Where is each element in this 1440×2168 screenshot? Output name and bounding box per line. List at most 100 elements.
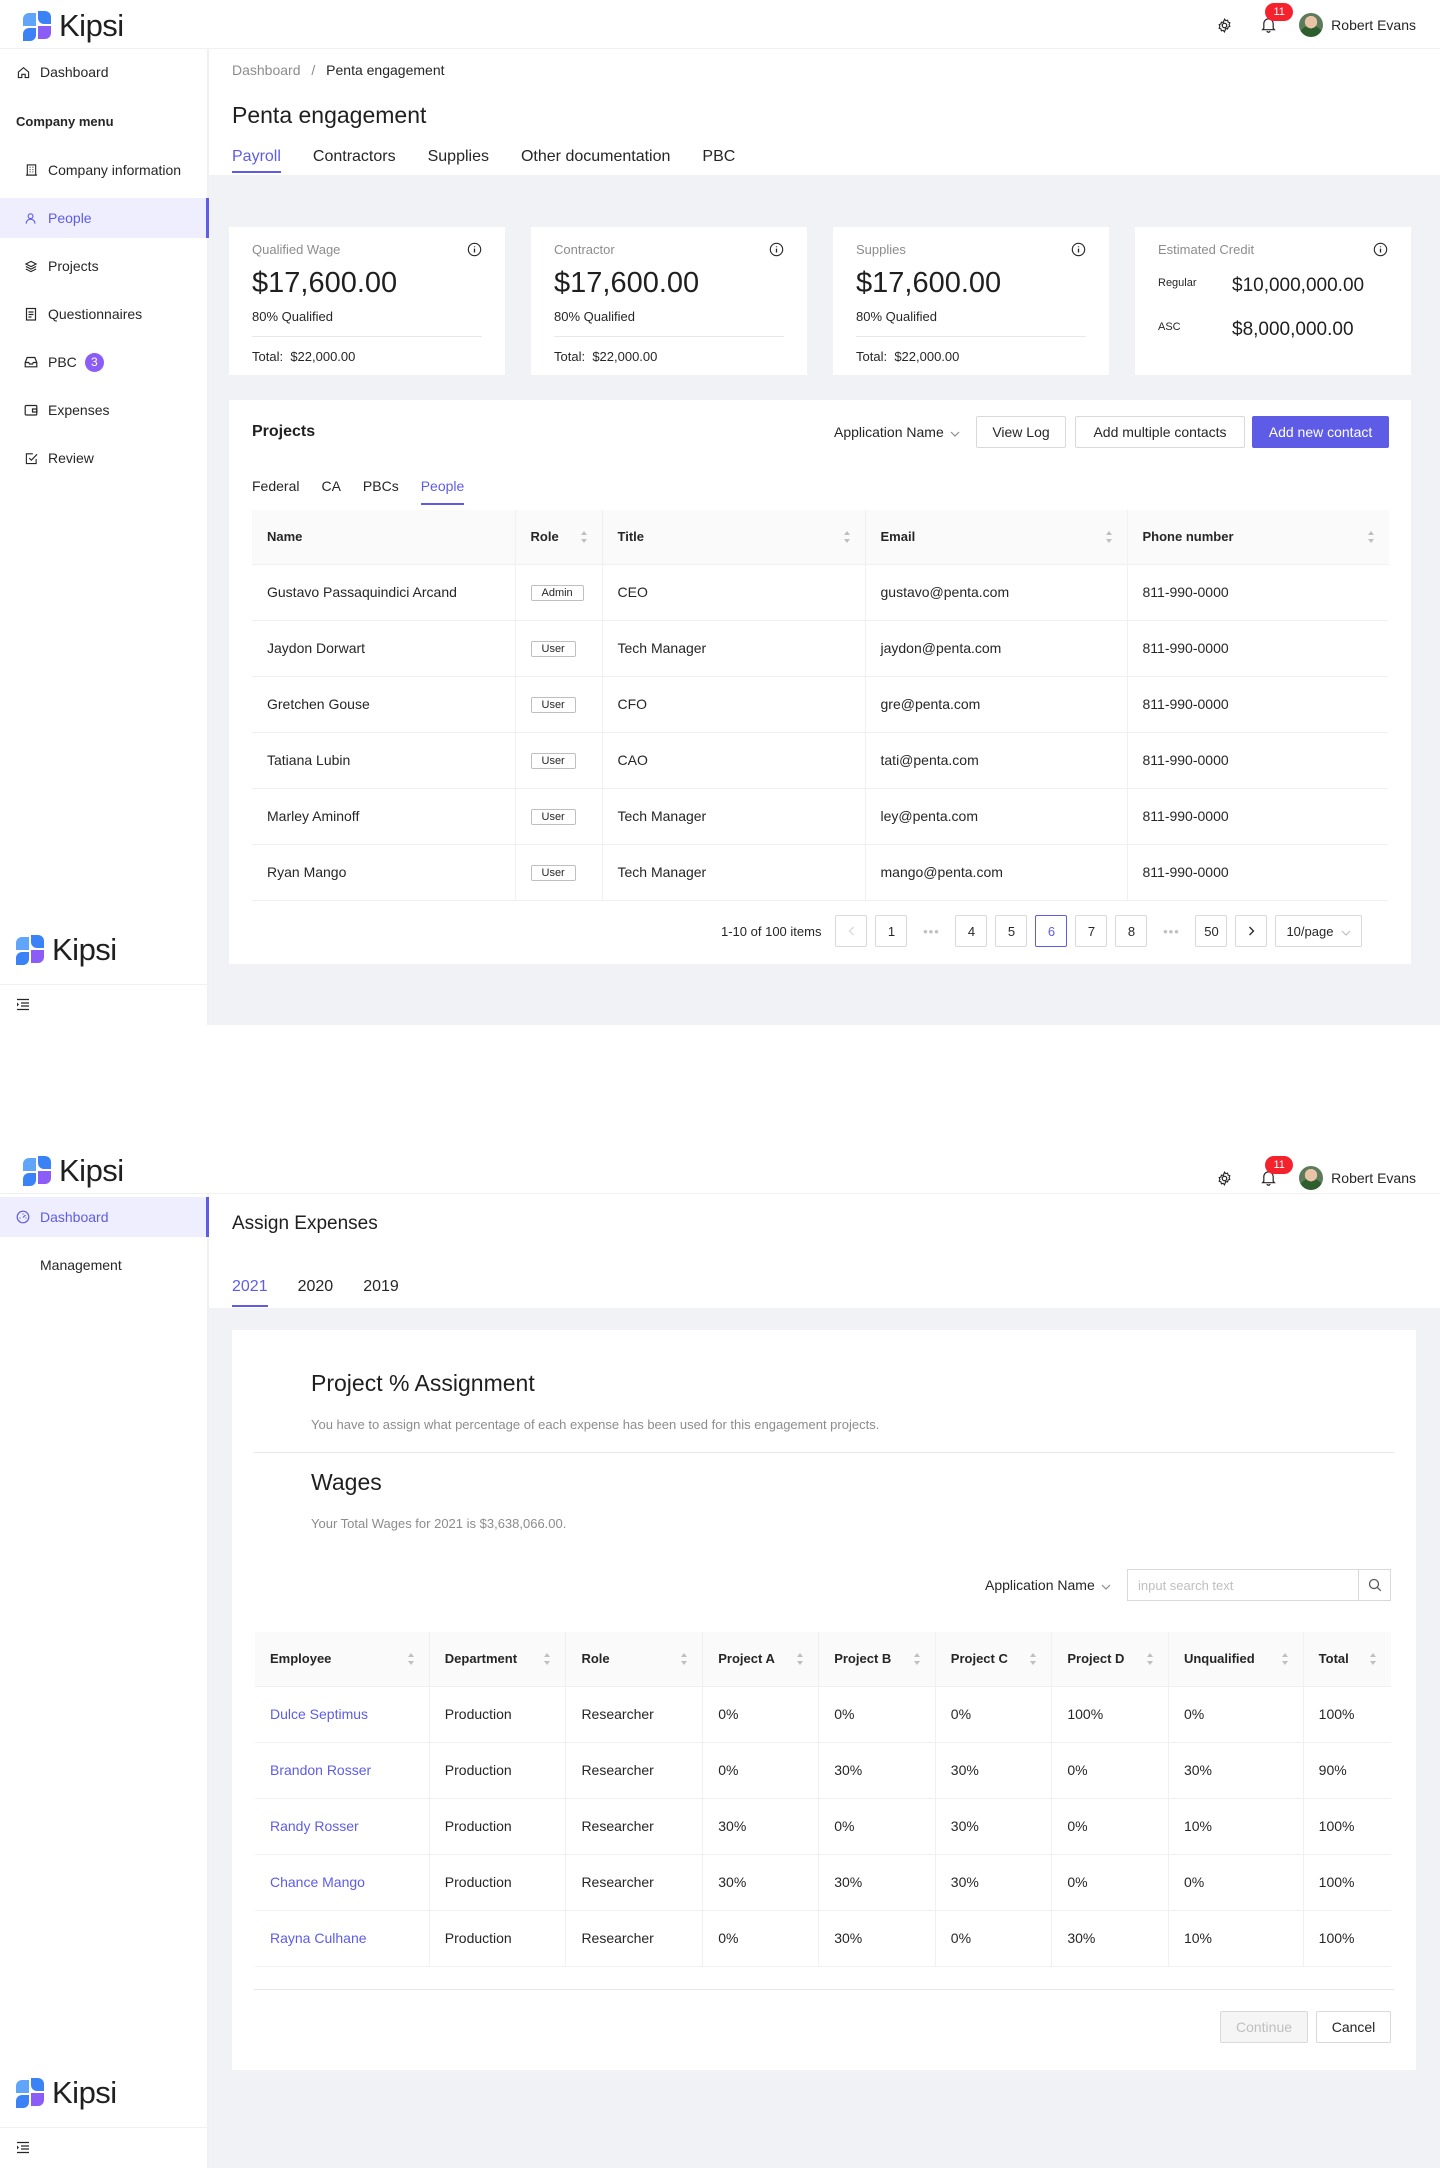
- add-multiple-contacts-button[interactable]: Add multiple contacts: [1075, 416, 1245, 448]
- table-row[interactable]: Gretchen Gouse User CFO gre@penta.com 811-99…: [252, 676, 1389, 733]
- pagination-page-6[interactable]: 6: [1035, 915, 1068, 947]
- pagination-page-8[interactable]: 8: [1115, 915, 1148, 947]
- info-icon[interactable]: [769, 242, 784, 260]
- table-row[interactable]: Ryan Mango User Tech Manager mango@penta.co…: [252, 844, 1389, 901]
- employee-link[interactable]: Dulce Septimus: [255, 1686, 430, 1743]
- menu-fold-icon[interactable]: [16, 2141, 30, 2157]
- sort-icon[interactable]: [680, 1652, 688, 1666]
- employee-link[interactable]: Rayna Culhane: [255, 1910, 430, 1967]
- col-role[interactable]: Role: [514, 510, 602, 565]
- col-project-d[interactable]: Project D: [1051, 1632, 1169, 1687]
- pagination-page-50[interactable]: 50: [1195, 915, 1228, 947]
- pagination-page-7[interactable]: 7: [1075, 915, 1108, 947]
- view-log-button[interactable]: View Log: [976, 416, 1066, 448]
- notification-bell-icon[interactable]: 11: [1259, 3, 1294, 34]
- sidebar-item-expenses[interactable]: Expenses: [0, 390, 207, 430]
- tab-payroll[interactable]: Payroll: [232, 148, 281, 173]
- sort-icon[interactable]: [1369, 1652, 1377, 1666]
- sidebar-collapse-toggle[interactable]: [0, 2127, 207, 2167]
- sort-icon[interactable]: [1367, 530, 1375, 544]
- tab-2021[interactable]: 2021: [232, 1278, 268, 1307]
- col-project-b[interactable]: Project B: [818, 1632, 936, 1687]
- application-name-dropdown[interactable]: Application Name: [834, 424, 960, 440]
- pagination-ellipsis[interactable]: •••: [1155, 915, 1188, 947]
- tab-contractors[interactable]: Contractors: [313, 148, 396, 173]
- sort-icon[interactable]: [1281, 1652, 1289, 1666]
- tab-pbc[interactable]: PBC: [702, 148, 735, 173]
- sidebar-item-people[interactable]: People: [0, 198, 209, 238]
- subtab-federal[interactable]: Federal: [252, 478, 299, 505]
- sort-icon[interactable]: [543, 1652, 551, 1666]
- user-name[interactable]: Robert Evans: [1331, 1170, 1416, 1186]
- col-unqualified[interactable]: Unqualified: [1167, 1632, 1304, 1687]
- settings-gear-icon[interactable]: [1215, 1169, 1233, 1187]
- col-total[interactable]: Total: [1302, 1632, 1391, 1687]
- user-avatar[interactable]: [1299, 13, 1324, 37]
- pagination-ellipsis[interactable]: •••: [915, 915, 948, 947]
- sidebar-item-questionnaires[interactable]: Questionnaires: [0, 294, 207, 334]
- search-button[interactable]: [1359, 1569, 1391, 1601]
- pagination-page-1[interactable]: 1: [875, 915, 908, 947]
- col-role[interactable]: Role: [565, 1632, 703, 1687]
- table-row[interactable]: Gustavo Passaquindici Arcand Admin CEO gust…: [252, 564, 1389, 621]
- sort-icon[interactable]: [1105, 530, 1113, 544]
- employee-link[interactable]: Brandon Rosser: [255, 1742, 430, 1799]
- user-avatar[interactable]: [1299, 1166, 1324, 1190]
- tab-2020[interactable]: 2020: [298, 1278, 334, 1307]
- table-cell: 0%: [1051, 1798, 1169, 1855]
- sidebar-item-review[interactable]: Review: [0, 438, 207, 478]
- tab-2019[interactable]: 2019: [363, 1278, 399, 1307]
- kipsi-logo[interactable]: Kipsi: [23, 8, 124, 44]
- col-project-c[interactable]: Project C: [934, 1632, 1052, 1687]
- sidebar-item-company-information[interactable]: Company information: [0, 150, 207, 190]
- settings-gear-icon[interactable]: [1215, 16, 1233, 34]
- user-name[interactable]: Robert Evans: [1331, 17, 1416, 33]
- table-row[interactable]: Marley Aminoff User Tech Manager ley@penta.…: [252, 788, 1389, 845]
- breadcrumb-dashboard-link[interactable]: Dashboard: [232, 62, 301, 78]
- subtab-pbcs[interactable]: PBCs: [363, 478, 399, 505]
- pagination-next-button[interactable]: [1235, 915, 1268, 947]
- sidebar-item-management[interactable]: Management: [0, 1245, 207, 1285]
- sort-icon[interactable]: [580, 530, 588, 544]
- info-icon[interactable]: [1373, 242, 1388, 260]
- table-row[interactable]: Tatiana Lubin User CAO tati@penta.com 811-99…: [252, 732, 1389, 789]
- info-icon[interactable]: [467, 242, 482, 260]
- sort-icon[interactable]: [843, 530, 851, 544]
- pagination-page-5[interactable]: 5: [995, 915, 1028, 947]
- notification-bell-icon[interactable]: 11: [1259, 1156, 1294, 1187]
- sidebar-collapse-toggle[interactable]: [0, 984, 207, 1024]
- cancel-button[interactable]: Cancel: [1316, 2011, 1391, 2043]
- sort-icon[interactable]: [796, 1652, 804, 1666]
- col-email[interactable]: Email: [864, 510, 1127, 565]
- application-name-dropdown[interactable]: Application Name: [985, 1577, 1111, 1593]
- pagination-page-4[interactable]: 4: [955, 915, 988, 947]
- menu-fold-icon[interactable]: [16, 998, 30, 1014]
- continue-button[interactable]: Continue: [1220, 2011, 1308, 2043]
- tab-supplies[interactable]: Supplies: [428, 148, 489, 173]
- search-input[interactable]: [1127, 1569, 1359, 1601]
- page-size-select[interactable]: 10/page: [1275, 915, 1363, 947]
- add-new-contact-button[interactable]: Add new contact: [1252, 416, 1389, 448]
- pagination-prev-button[interactable]: [835, 915, 868, 947]
- employee-link[interactable]: Randy Rosser: [255, 1798, 430, 1855]
- info-icon[interactable]: [1071, 242, 1086, 260]
- col-title[interactable]: Title: [601, 510, 865, 565]
- sidebar-item-dashboard[interactable]: Dashboard: [0, 52, 207, 92]
- col-phone[interactable]: Phone number: [1126, 510, 1389, 565]
- kipsi-logo[interactable]: Kipsi: [23, 1153, 124, 1189]
- sort-icon[interactable]: [913, 1652, 921, 1666]
- subtab-ca[interactable]: CA: [321, 478, 340, 505]
- table-row[interactable]: Jaydon Dorwart User Tech Manager jaydon@pen…: [252, 620, 1389, 677]
- employee-link[interactable]: Chance Mango: [255, 1854, 430, 1911]
- col-project-a[interactable]: Project A: [702, 1632, 819, 1687]
- sidebar-item-pbc[interactable]: PBC 3: [0, 342, 207, 382]
- sort-icon[interactable]: [407, 1652, 415, 1666]
- sidebar-item-dashboard[interactable]: Dashboard: [0, 1197, 209, 1237]
- sidebar-item-projects[interactable]: Projects: [0, 246, 207, 286]
- tab-other-documentation[interactable]: Other documentation: [521, 148, 670, 173]
- sort-icon[interactable]: [1029, 1652, 1037, 1666]
- col-employee[interactable]: Employee: [255, 1632, 430, 1687]
- col-department[interactable]: Department: [428, 1632, 566, 1687]
- sort-icon[interactable]: [1146, 1652, 1154, 1666]
- subtab-people[interactable]: People: [420, 478, 465, 505]
